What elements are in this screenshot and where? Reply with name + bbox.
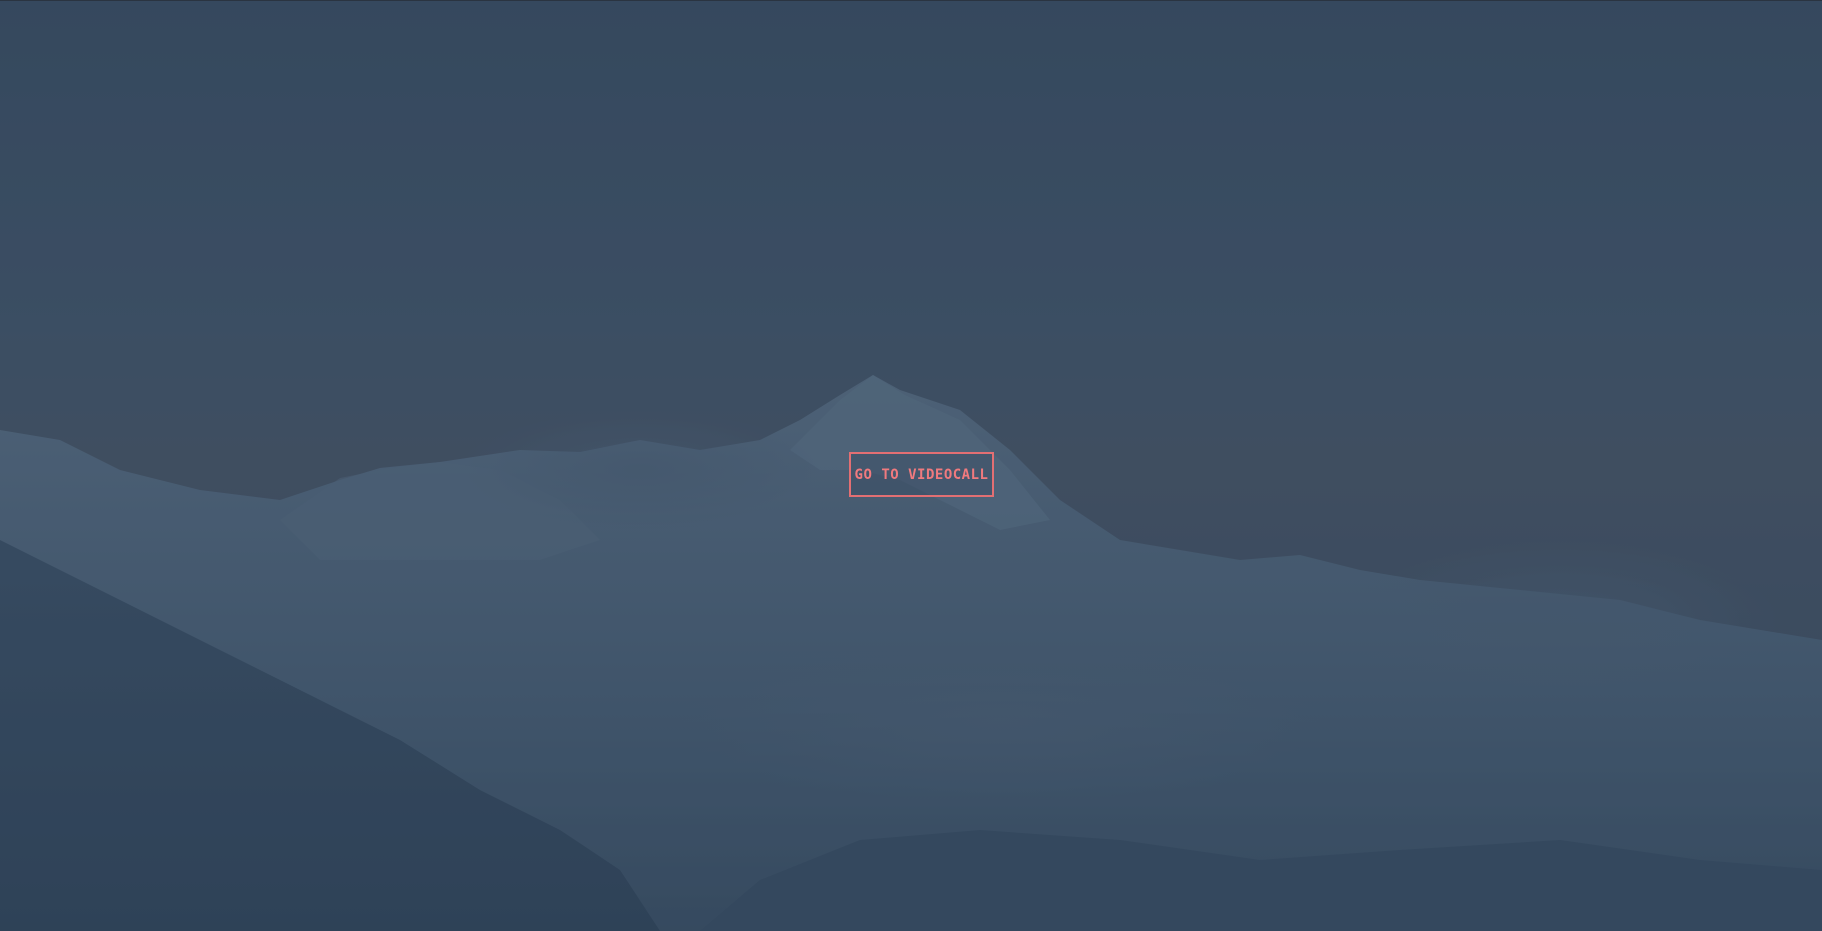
landing-page: GO TO VIDEOCALL: [0, 0, 1822, 931]
go-to-videocall-button[interactable]: GO TO VIDEOCALL: [849, 452, 994, 497]
top-border-line: [0, 0, 1822, 1]
